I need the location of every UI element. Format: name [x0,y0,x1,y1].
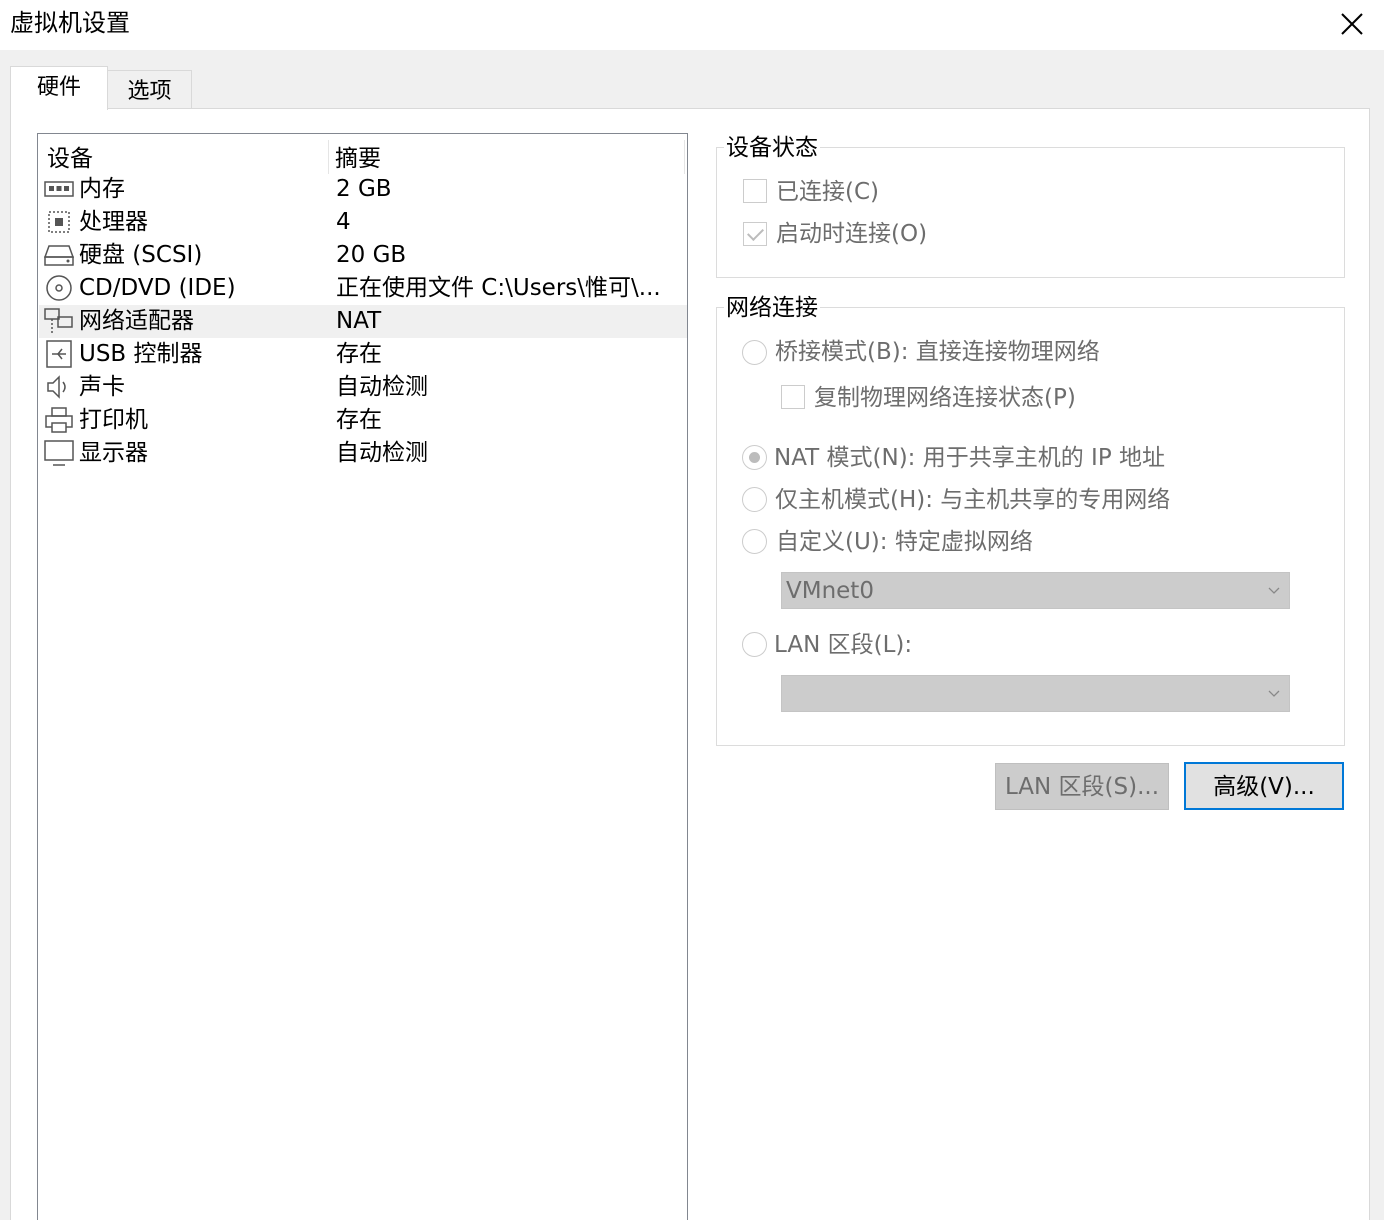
device-name: 硬盘 (SCSI) [79,242,203,268]
device-summary: 自动检测 [336,440,428,466]
column-separator [684,140,685,174]
bridged-radio[interactable] [742,340,767,365]
lan-segment-select[interactable] [781,675,1290,712]
network-adapter-icon [44,308,73,333]
chevron-down-icon [1268,690,1280,697]
host-only-radio[interactable] [742,487,767,512]
monitor-icon [44,440,74,466]
chevron-down-icon [1268,587,1280,594]
device-row-hard-disk[interactable]: 硬盘 (SCSI) 20 GB [39,239,687,272]
device-row-cd-dvd[interactable]: CD/DVD (IDE) 正在使用文件 C:\Users\惟可\... [39,272,687,305]
column-header-summary[interactable]: 摘要 [335,144,381,174]
nat-radio[interactable] [742,445,767,470]
connected-label[interactable]: 已连接(C) [776,177,879,207]
device-row-memory[interactable]: 内存 2 GB [39,173,687,206]
device-list[interactable]: 设备 摘要 内存 2 GB 处理器 4 硬盘 (SCSI) 20 GB CD/D… [37,133,688,1220]
lan-segments-button[interactable]: LAN 区段(S)... [995,763,1169,810]
hard-disk-icon [44,245,74,266]
device-summary: 4 [336,209,351,235]
device-summary: NAT [336,308,382,334]
device-name: 处理器 [79,209,148,235]
device-row-display[interactable]: 显示器 自动检测 [39,437,687,470]
bridged-label[interactable]: 桥接模式(B): 直接连接物理网络 [775,337,1100,367]
device-summary: 自动检测 [336,374,428,400]
device-summary: 存在 [336,341,382,367]
cd-dvd-icon [46,275,72,301]
device-status-group [716,147,1345,278]
column-separator [328,140,329,174]
tab-hardware[interactable]: 硬件 [10,66,108,110]
device-name: CD/DVD (IDE) [79,275,236,301]
device-summary: 正在使用文件 C:\Users\惟可\... [336,275,661,301]
replicate-state-label[interactable]: 复制物理网络连接状态(P) [814,383,1076,413]
close-icon[interactable] [1332,4,1372,44]
device-name: 显示器 [79,440,148,466]
nat-label[interactable]: NAT 模式(N): 用于共享主机的 IP 地址 [774,443,1165,473]
device-name: USB 控制器 [79,341,203,367]
printer-icon [45,407,73,433]
connect-at-power-on-checkbox[interactable] [743,222,767,246]
connected-checkbox[interactable] [743,179,767,203]
window-title: 虚拟机设置 [10,9,130,37]
processor-icon [48,211,70,233]
device-row-sound-card[interactable]: 声卡 自动检测 [39,371,687,404]
device-summary: 2 GB [336,176,392,202]
device-row-network-adapter[interactable]: 网络适配器 NAT [39,305,687,338]
custom-radio[interactable] [742,529,767,554]
device-status-title: 设备状态 [724,133,820,163]
lan-segment-label[interactable]: LAN 区段(L): [774,630,912,660]
title-bar: 虚拟机设置 [0,0,1384,50]
custom-label[interactable]: 自定义(U): 特定虚拟网络 [776,527,1033,557]
custom-network-value: VMnet0 [786,578,874,604]
usb-icon [46,340,72,368]
lan-segment-radio[interactable] [742,632,767,657]
connect-at-power-on-label[interactable]: 启动时连接(O) [776,219,927,249]
device-summary: 20 GB [336,242,407,268]
advanced-button[interactable]: 高级(V)... [1184,762,1344,810]
replicate-state-checkbox[interactable] [781,385,805,409]
tab-options[interactable]: 选项 [107,70,192,108]
device-summary: 存在 [336,407,382,433]
host-only-label[interactable]: 仅主机模式(H): 与主机共享的专用网络 [775,485,1170,515]
speaker-icon [47,375,66,399]
device-name: 声卡 [79,374,125,400]
device-name: 内存 [79,176,125,202]
device-row-printer[interactable]: 打印机 存在 [39,404,687,437]
network-connection-title: 网络连接 [724,293,820,323]
device-row-usb[interactable]: USB 控制器 存在 [39,338,687,371]
device-name: 打印机 [79,407,148,433]
custom-network-select[interactable]: VMnet0 [781,572,1290,609]
memory-icon [44,181,74,197]
column-header-device[interactable]: 设备 [47,144,93,174]
device-name: 网络适配器 [79,308,194,334]
device-row-processor[interactable]: 处理器 4 [39,206,687,239]
